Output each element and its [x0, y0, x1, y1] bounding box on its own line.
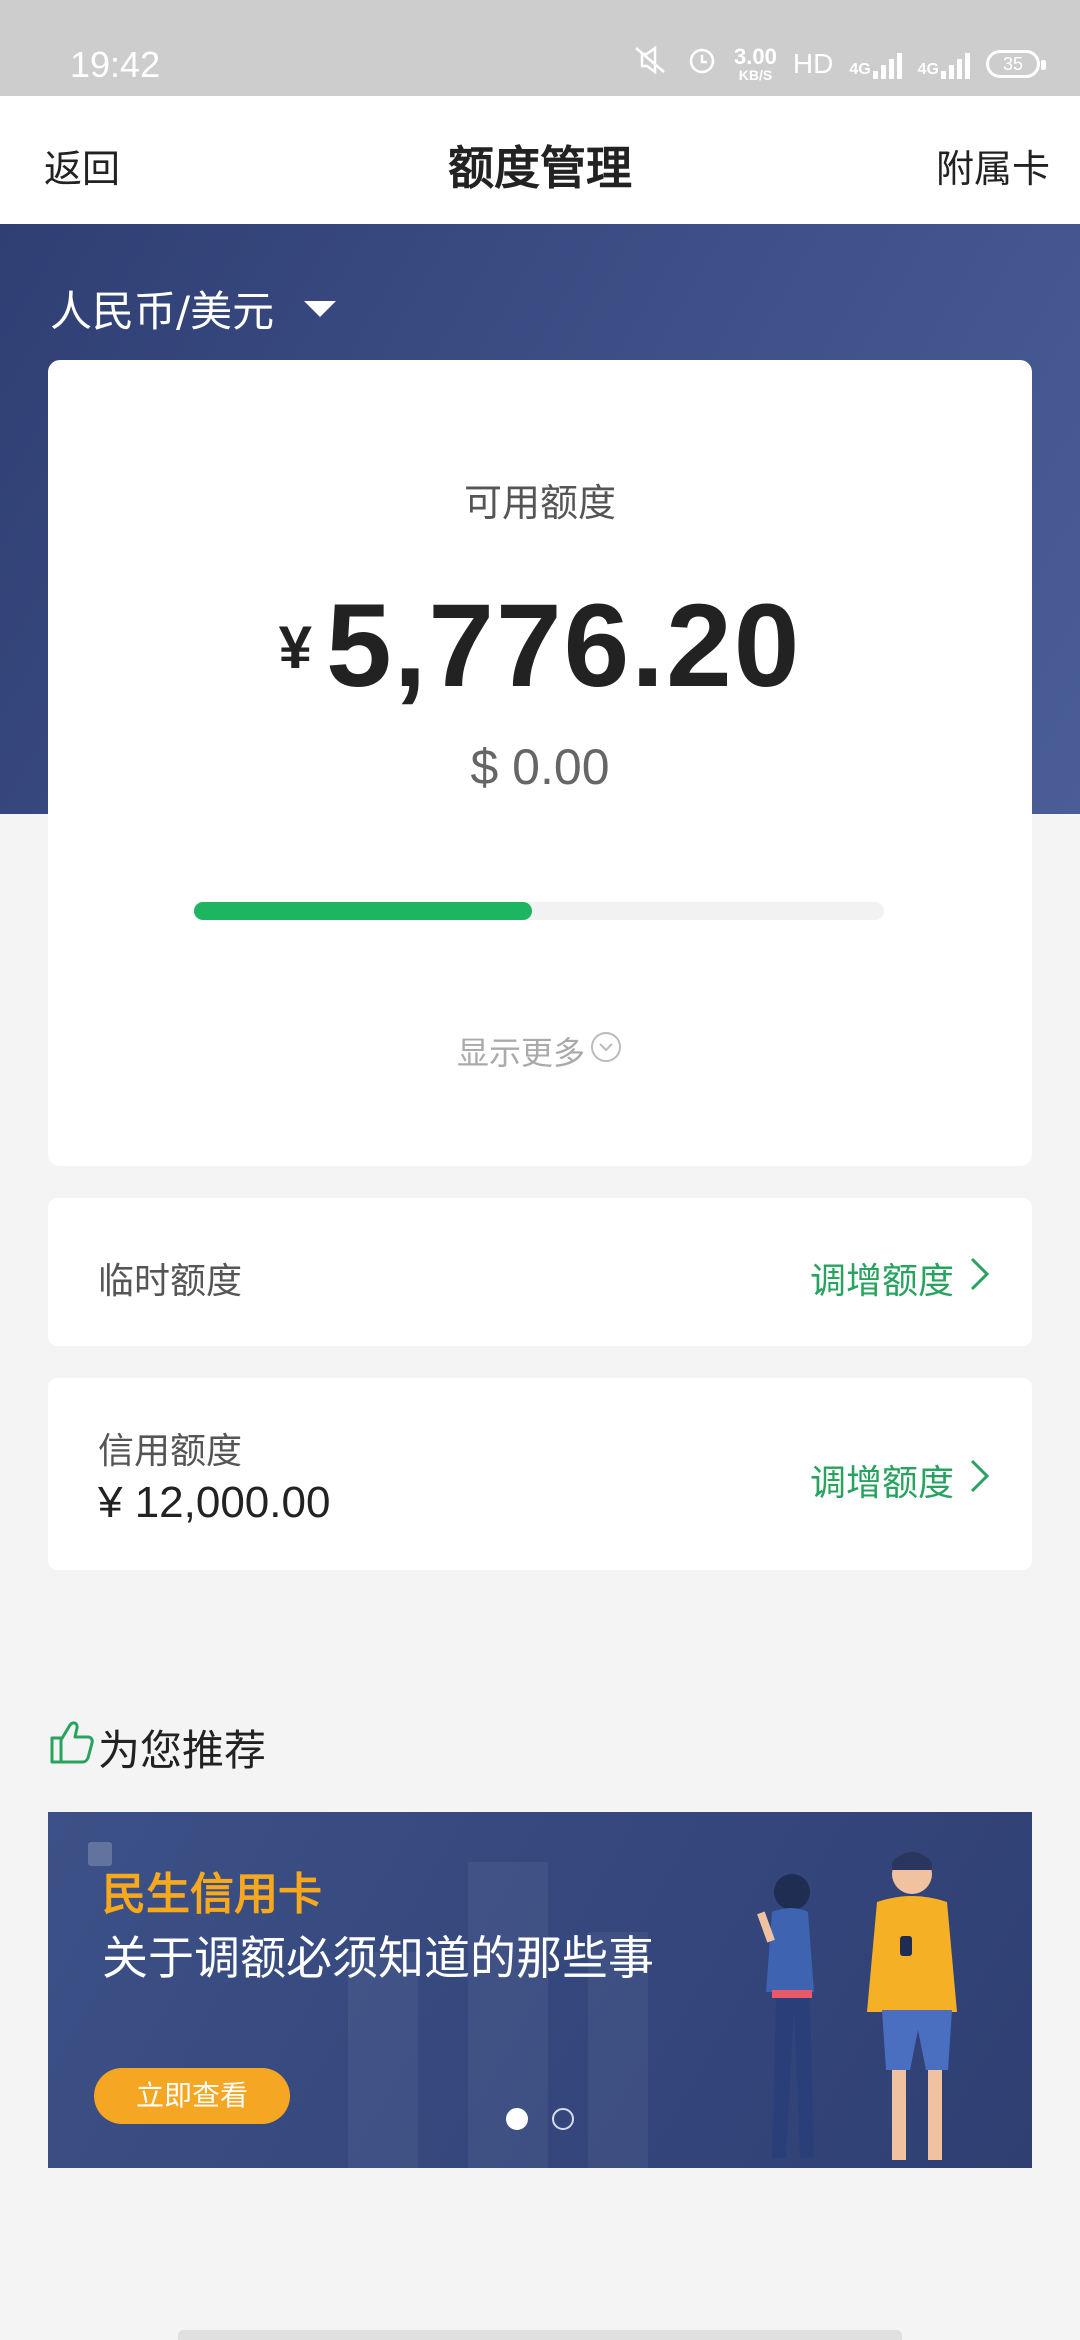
currency-symbol: ¥ — [278, 614, 313, 681]
status-icons: 3.00 KB/S HD 4G 4G 35 — [630, 43, 1046, 83]
thumbs-up-icon — [46, 1716, 98, 1778]
usage-progress-fill — [194, 902, 533, 920]
currency-label: 人民币/美元 — [50, 287, 275, 336]
network-speed: 3.00 KB/S — [734, 43, 777, 83]
promo-brand: 民生信用卡 — [102, 1869, 322, 1920]
currency-selector[interactable]: 人民币/美元 — [50, 278, 337, 339]
signal-icon-2: 4G — [918, 49, 970, 79]
temporary-limit-increase-button[interactable]: 调增额度 — [810, 1252, 992, 1304]
chevron-right-icon — [968, 1457, 992, 1504]
alarm-icon — [686, 44, 718, 83]
usd-amount: $ 0.00 — [470, 739, 610, 795]
carousel-dot[interactable] — [552, 2108, 574, 2130]
increase-label: 调增额度 — [809, 1261, 954, 1302]
available-limit-card: 可用额度 ¥5,776.20 $ 0.00 显示更多 — [48, 360, 1032, 1166]
available-amount: ¥5,776.20 — [48, 578, 1032, 714]
recommend-heading: 为您推荐 — [46, 1716, 266, 1778]
available-amount-value: 5,776.20 — [326, 580, 802, 712]
carousel-indicator — [506, 2108, 574, 2130]
recommend-title: 为您推荐 — [98, 1725, 267, 1775]
view-now-button[interactable]: 立即查看 — [94, 2068, 290, 2124]
show-more-button[interactable]: 显示更多 — [48, 1028, 1032, 1074]
battery-icon: 35 — [986, 49, 1046, 78]
promo-headline: 关于调额必须知道的那些事 — [102, 1931, 654, 1985]
hd-indicator: HD — [792, 47, 834, 79]
home-indicator — [178, 2330, 902, 2340]
temporary-limit-row[interactable]: 临时额度 调增额度 — [48, 1198, 1032, 1346]
mute-icon — [630, 44, 670, 83]
supplementary-card-button[interactable]: 附属卡 — [936, 138, 1050, 193]
usage-progress-bar — [194, 902, 884, 920]
status-bar: 19:42 3.00 KB/S HD 4G 4G 35 — [0, 0, 1080, 96]
status-time: 19:42 — [70, 44, 161, 85]
page-title: 额度管理 — [448, 141, 632, 195]
show-more-label: 显示更多 — [456, 1034, 585, 1072]
caret-down-icon — [304, 300, 337, 317]
temporary-limit-label: 临时额度 — [98, 1261, 243, 1302]
carousel-dot-active[interactable] — [506, 2108, 528, 2130]
credit-limit-increase-button[interactable]: 调增额度 — [810, 1454, 992, 1506]
credit-limit-row[interactable]: 信用额度 ¥ 12,000.00 调增额度 — [48, 1378, 1032, 1570]
people-illustration — [757, 1852, 957, 2160]
nav-bar: 返回 额度管理 附属卡 — [0, 96, 1080, 224]
available-limit-label: 可用额度 — [463, 481, 616, 525]
credit-limit-label: 信用额度 — [98, 1431, 243, 1472]
promo-banner[interactable]: 民生信用卡 关于调额必须知道的那些事 立即查看 — [48, 1812, 1032, 2168]
credit-limit-value: ¥ 12,000.00 — [98, 1478, 331, 1527]
signal-icon-1: 4G — [849, 49, 902, 79]
increase-label: 调增额度 — [809, 1463, 954, 1504]
chevron-down-circle-icon — [589, 1030, 623, 1072]
chevron-right-icon — [968, 1255, 992, 1302]
